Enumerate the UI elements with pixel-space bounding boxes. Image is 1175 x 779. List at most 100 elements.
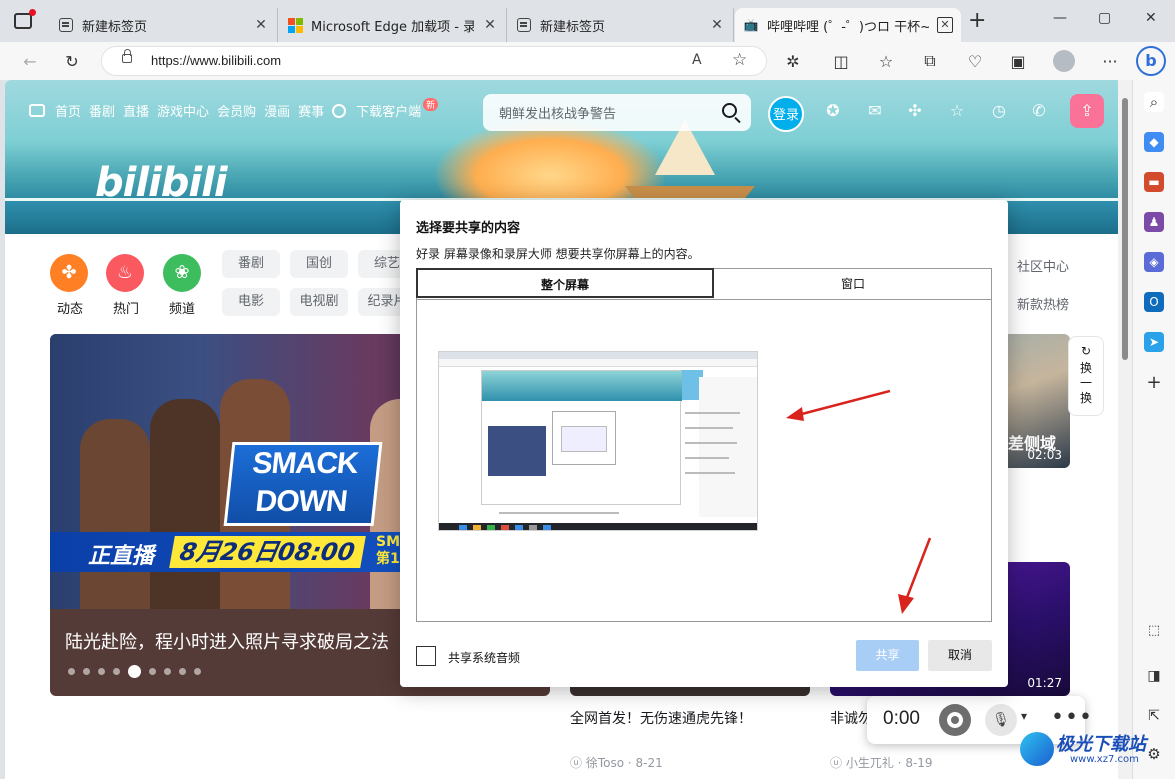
- video-author[interactable]: 徐Toso: [586, 756, 624, 770]
- pill-anime[interactable]: 番剧: [222, 250, 280, 278]
- carousel-dot[interactable]: [83, 668, 90, 675]
- open-external-icon[interactable]: ⇱: [1144, 706, 1164, 726]
- carousel-dot[interactable]: [149, 668, 156, 675]
- channel-channels-label[interactable]: 频道: [157, 298, 207, 317]
- tag-icon[interactable]: ◆: [1144, 132, 1164, 152]
- carousel-dot[interactable]: [179, 668, 186, 675]
- send-icon[interactable]: ➤: [1144, 332, 1164, 352]
- extensions-icon[interactable]: ✲: [783, 51, 803, 71]
- message-icon[interactable]: ✉: [865, 101, 885, 121]
- video-meta[interactable]: ⓤ 小生兀礼 · 8-19: [830, 754, 933, 771]
- new-tab-button[interactable]: +: [968, 10, 986, 32]
- minimize-button[interactable]: —: [1053, 10, 1067, 26]
- nav-events[interactable]: 赛事: [298, 101, 324, 120]
- nav-manga[interactable]: 漫画: [264, 101, 290, 120]
- collections-icon[interactable]: ⧉: [920, 51, 940, 71]
- close-tab-icon[interactable]: ✕: [937, 17, 953, 33]
- toolbox-icon[interactable]: ▬: [1144, 172, 1164, 192]
- share-button[interactable]: 共享: [856, 640, 919, 671]
- channel-dynamic-label[interactable]: 动态: [45, 298, 95, 317]
- profile-avatar[interactable]: [1053, 50, 1075, 72]
- sidebar-toggle-icon[interactable]: ◨: [1144, 666, 1164, 686]
- nav-live[interactable]: 直播: [123, 101, 149, 120]
- search-icon[interactable]: ⌕: [1144, 92, 1164, 112]
- read-aloud-icon[interactable]: A: [692, 52, 702, 68]
- tab-new-tab-2[interactable]: 新建标签页 ✕: [508, 8, 734, 42]
- recorder-extension-icon[interactable]: ▣: [1008, 51, 1028, 71]
- vip-icon[interactable]: ✪: [823, 101, 843, 121]
- hot-list-link[interactable]: 新款热榜: [1017, 294, 1069, 313]
- maximize-button[interactable]: ▢: [1098, 10, 1111, 26]
- tab-actions-icon[interactable]: [14, 9, 36, 29]
- pill-tv[interactable]: 电视剧: [290, 288, 348, 316]
- dynamic-icon[interactable]: ✣: [905, 101, 925, 121]
- video-title[interactable]: 全网首发！无伤速通虎先锋！: [570, 708, 752, 728]
- screen-thumbnail[interactable]: [438, 351, 758, 531]
- carousel-dot[interactable]: [128, 665, 141, 678]
- share-audio-label[interactable]: 共享系统音频: [448, 649, 520, 666]
- channel-hot-label[interactable]: 热门: [101, 298, 151, 317]
- history-icon[interactable]: ◷: [989, 101, 1009, 121]
- refresh-icon[interactable]: ↻: [62, 51, 82, 71]
- carousel-dot[interactable]: [68, 668, 75, 675]
- record-stop-button[interactable]: [939, 704, 971, 736]
- nav-home[interactable]: 首页: [55, 101, 81, 120]
- login-button[interactable]: 登录: [768, 96, 804, 132]
- favorites-icon[interactable]: ☆: [947, 101, 967, 121]
- flame-icon[interactable]: ♨: [106, 254, 144, 292]
- carousel-dot[interactable]: [164, 668, 171, 675]
- nav-download-client[interactable]: 下载客户端: [356, 101, 421, 120]
- add-icon[interactable]: +: [1144, 372, 1164, 393]
- pill-guochuang[interactable]: 国创: [290, 250, 348, 278]
- tab-bilibili[interactable]: 📺 哔哩哔哩 (゜-゜)つロ 干杯~-bi ✕: [735, 8, 961, 42]
- nav-shop[interactable]: 会员购: [217, 101, 256, 120]
- nav-anime[interactable]: 番剧: [89, 101, 115, 120]
- scrollbar-thumb[interactable]: [1122, 98, 1128, 360]
- office-icon[interactable]: ◈: [1144, 252, 1164, 272]
- back-icon[interactable]: ←: [20, 51, 40, 71]
- search-icon[interactable]: [722, 103, 737, 118]
- split-screen-icon[interactable]: ◫: [831, 51, 851, 71]
- favorites-icon[interactable]: ☆: [876, 51, 896, 71]
- chevron-down-icon[interactable]: ▾: [1021, 709, 1027, 723]
- channel-icon[interactable]: ❀: [163, 254, 201, 292]
- share-audio-checkbox[interactable]: [416, 646, 436, 666]
- tab-edge-addons[interactable]: Microsoft Edge 加载项 - 录屏 ✕: [279, 8, 507, 42]
- cancel-button[interactable]: 取消: [928, 640, 992, 671]
- close-tab-icon[interactable]: ✕: [482, 17, 498, 33]
- search-placeholder[interactable]: 朝鲜发出核战争警告: [499, 103, 616, 122]
- favorite-star-icon[interactable]: ☆: [732, 50, 747, 70]
- close-tab-icon[interactable]: ✕: [709, 17, 725, 33]
- more-options-icon[interactable]: •••: [1051, 705, 1093, 730]
- carousel-dot[interactable]: [194, 668, 201, 675]
- close-tab-icon[interactable]: ✕: [253, 17, 269, 33]
- video-title[interactable]: 非诚勿: [830, 708, 872, 728]
- outlook-icon[interactable]: O: [1144, 292, 1164, 312]
- upload-button[interactable]: ⇪: [1070, 94, 1104, 128]
- video-author[interactable]: 小生兀礼: [846, 756, 894, 770]
- screenshot-icon[interactable]: ⬚: [1144, 620, 1164, 640]
- carousel-dot[interactable]: [98, 668, 105, 675]
- refresh-button[interactable]: ↻ 换一换: [1068, 336, 1104, 416]
- bilibili-search[interactable]: 朝鲜发出核战争警告: [483, 94, 751, 131]
- nav-games[interactable]: 游戏中心: [157, 101, 209, 120]
- carousel-caption[interactable]: 陆光赴险，程小时进入照片寻求破局之法: [65, 628, 389, 654]
- carousel-dot[interactable]: [113, 668, 120, 675]
- performance-icon[interactable]: ♡: [965, 51, 985, 71]
- community-center-link[interactable]: 社区中心: [1017, 256, 1069, 275]
- tab-window[interactable]: 窗口: [715, 269, 991, 299]
- creation-icon[interactable]: ✆: [1029, 101, 1049, 121]
- tab-entire-screen[interactable]: 整个屏幕: [416, 268, 714, 298]
- address-url[interactable]: https://www.bilibili.com: [151, 53, 281, 68]
- bilibili-logo[interactable]: bilibili: [95, 160, 228, 206]
- page-scrollbar[interactable]: [1118, 80, 1132, 779]
- pinwheel-icon[interactable]: ✤: [50, 254, 88, 292]
- pill-movie[interactable]: 电影: [222, 288, 280, 316]
- close-window-button[interactable]: ✕: [1145, 10, 1157, 26]
- address-bar[interactable]: https://www.bilibili.com A ☆: [101, 46, 767, 76]
- more-icon[interactable]: ···: [1100, 51, 1120, 71]
- bing-copilot-icon[interactable]: b: [1136, 46, 1166, 76]
- video-meta[interactable]: ⓤ 徐Toso · 8-21: [570, 754, 663, 771]
- games-icon[interactable]: ♟: [1144, 212, 1164, 232]
- tab-new-tab-1[interactable]: 新建标签页 ✕: [50, 8, 278, 42]
